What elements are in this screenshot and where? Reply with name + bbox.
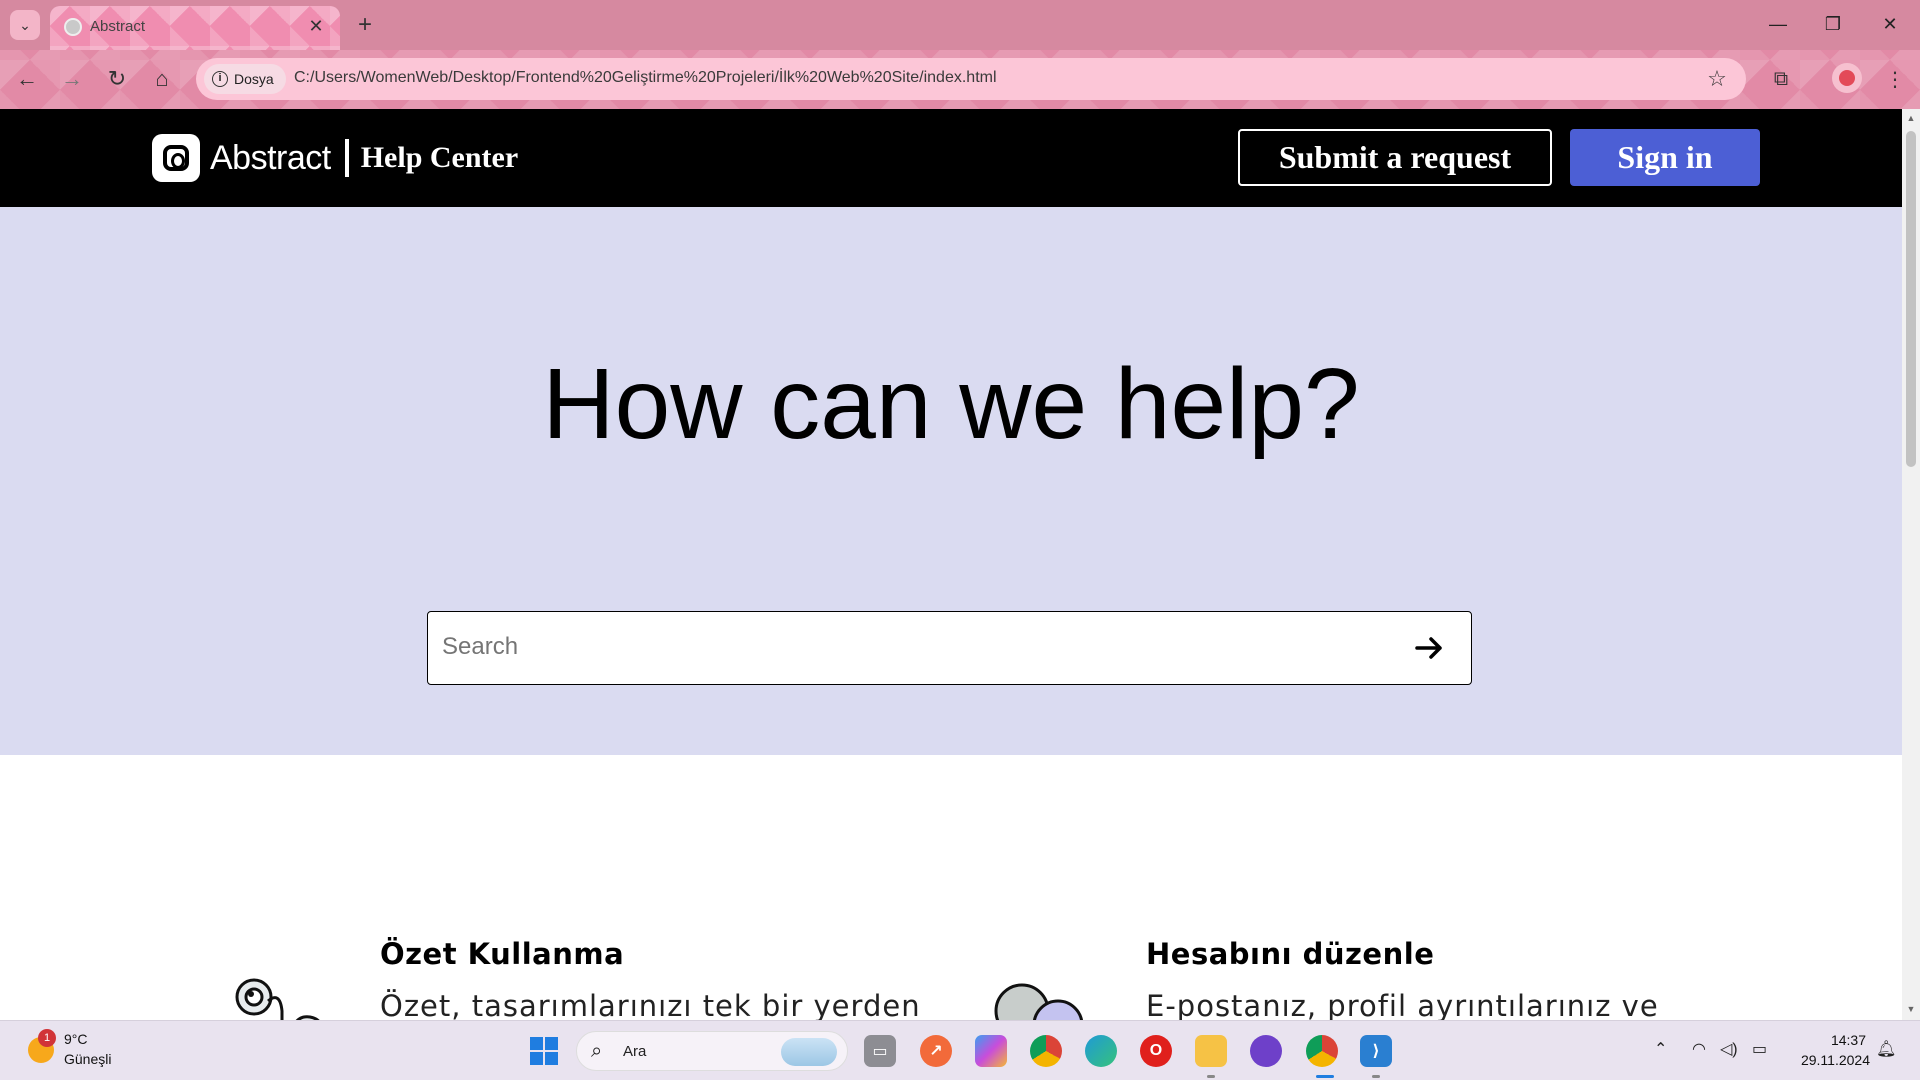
clock-date[interactable]: 29.11.2024 — [1790, 1052, 1870, 1068]
taskbar: 1 9°C Güneşli ⌕ Ara ▭ ↗ O ⟩ ⌃ ◠ ◁) ▭ 14:… — [0, 1020, 1920, 1080]
edge-icon[interactable] — [1085, 1035, 1117, 1067]
home-icon[interactable]: ⌂ — [147, 64, 177, 94]
card-summary[interactable]: Özet Kullanma Özet, tasarımlarınızı tek … — [380, 937, 921, 1020]
site-info-chip[interactable]: i Dosya — [204, 64, 286, 94]
new-tab-button[interactable]: + — [350, 10, 380, 40]
minimize-icon[interactable]: — — [1758, 8, 1798, 40]
clock-time[interactable]: 14:37 — [1786, 1032, 1866, 1048]
reload-icon[interactable]: ↻ — [102, 64, 132, 94]
weather-temperature[interactable]: 9°C — [64, 1031, 88, 1047]
arrow-right-icon[interactable] — [1413, 632, 1445, 664]
brand-subtitle: Help Center — [360, 141, 519, 174]
sign-in-button[interactable]: Sign in — [1570, 129, 1760, 186]
battery-icon[interactable]: ▭ — [1752, 1039, 1767, 1059]
url-text[interactable]: C:/Users/WomenWeb/Desktop/Frontend%20Gel… — [294, 69, 997, 87]
abstract-logo-icon — [152, 134, 200, 182]
copilot-icon[interactable] — [975, 1035, 1007, 1067]
browser-tab[interactable]: Abstract ✕ — [50, 6, 340, 50]
bookmark-star-icon[interactable]: ☆ — [1702, 64, 1732, 94]
extensions-puzzle-icon[interactable]: ⧉ — [1766, 64, 1796, 94]
info-icon: i — [212, 71, 228, 87]
forward-arrow-icon[interactable]: → — [57, 64, 87, 94]
scroll-down-icon[interactable]: ▼ — [1906, 1004, 1916, 1016]
wifi-icon[interactable]: ◠ — [1692, 1039, 1706, 1059]
taskbar-search[interactable]: ⌕ Ara — [576, 1031, 848, 1071]
brand-name: Abstract — [210, 138, 331, 177]
close-window-icon[interactable]: ✕ — [1870, 8, 1910, 40]
search-highlight-icon — [781, 1038, 837, 1066]
back-arrow-icon[interactable]: ← — [12, 64, 42, 94]
page-viewport: Abstract Help Center Submit a request Si… — [0, 109, 1902, 1020]
binoculars-illustration-icon — [235, 978, 320, 1020]
avatars-illustration-icon — [994, 983, 1083, 1020]
taskbar-search-label: Ara — [623, 1043, 647, 1060]
search-input[interactable] — [428, 612, 1388, 682]
notification-bell-icon[interactable]: 🔔︎ — [1876, 1039, 1896, 1059]
card-account[interactable]: Hesabını düzenle E-postanız, profil ayrı… — [1146, 937, 1659, 1020]
brave-browser-icon[interactable]: ↗ — [920, 1035, 952, 1067]
page-scrollbar[interactable]: ▲ ▼ — [1902, 109, 1920, 1020]
scroll-thumb[interactable] — [1906, 131, 1916, 467]
menu-kebab-icon[interactable]: ⋮ — [1880, 64, 1910, 94]
avatar-icon — [1839, 70, 1855, 86]
github-desktop-icon[interactable] — [1250, 1035, 1282, 1067]
running-indicator — [1372, 1075, 1380, 1078]
submit-request-button[interactable]: Submit a request — [1238, 129, 1552, 186]
file-explorer-icon[interactable] — [1195, 1035, 1227, 1067]
chrome-profile-icon[interactable] — [1306, 1035, 1338, 1067]
tab-title: Abstract — [90, 18, 146, 35]
brand[interactable]: Abstract Help Center — [152, 134, 518, 182]
card-description: Özet, tasarımlarınızı tek bir yerden — [380, 989, 921, 1020]
site-header: Abstract Help Center Submit a request Si… — [0, 109, 1902, 207]
chrome-icon[interactable] — [1030, 1035, 1062, 1067]
hero-title: How can we help? — [542, 348, 1360, 460]
brand-divider — [344, 139, 349, 177]
active-indicator — [1316, 1075, 1334, 1078]
task-view-icon[interactable]: ▭ — [864, 1035, 896, 1067]
globe-icon — [64, 18, 82, 36]
card-description: E-postanız, profil ayrıntılarınız ve — [1146, 989, 1659, 1020]
tab-search-chevron-icon[interactable]: ⌄ — [10, 10, 40, 40]
search-icon: ⌕ — [591, 1040, 603, 1062]
site-info-label: Dosya — [234, 71, 274, 87]
volume-icon[interactable]: ◁) — [1720, 1039, 1738, 1059]
browser-chrome: ⌄ Abstract ✕ + — ❐ ✕ ← → ↻ ⌂ i Dosya C:/… — [0, 0, 1920, 109]
tray-chevron-up-icon[interactable]: ⌃ — [1654, 1039, 1667, 1059]
running-indicator — [1207, 1075, 1215, 1078]
vscode-icon[interactable]: ⟩ — [1360, 1035, 1392, 1067]
search-box — [427, 611, 1472, 685]
windows-start-icon[interactable] — [530, 1037, 558, 1065]
profile-avatar[interactable] — [1832, 63, 1862, 93]
restore-icon[interactable]: ❐ — [1813, 8, 1853, 40]
tab-strip: ⌄ Abstract ✕ + — ❐ ✕ — [0, 0, 1920, 50]
scroll-up-icon[interactable]: ▲ — [1906, 113, 1916, 125]
weather-badge: 1 — [38, 1029, 56, 1047]
opera-icon[interactable]: O — [1140, 1035, 1172, 1067]
weather-description[interactable]: Güneşli — [64, 1051, 111, 1067]
close-tab-icon[interactable]: ✕ — [304, 14, 328, 38]
card-title: Özet Kullanma — [380, 937, 625, 971]
hero-section: How can we help? — [0, 207, 1902, 755]
address-bar[interactable]: i Dosya C:/Users/WomenWeb/Desktop/Fronte… — [196, 58, 1746, 100]
card-title: Hesabını düzenle — [1146, 937, 1435, 971]
